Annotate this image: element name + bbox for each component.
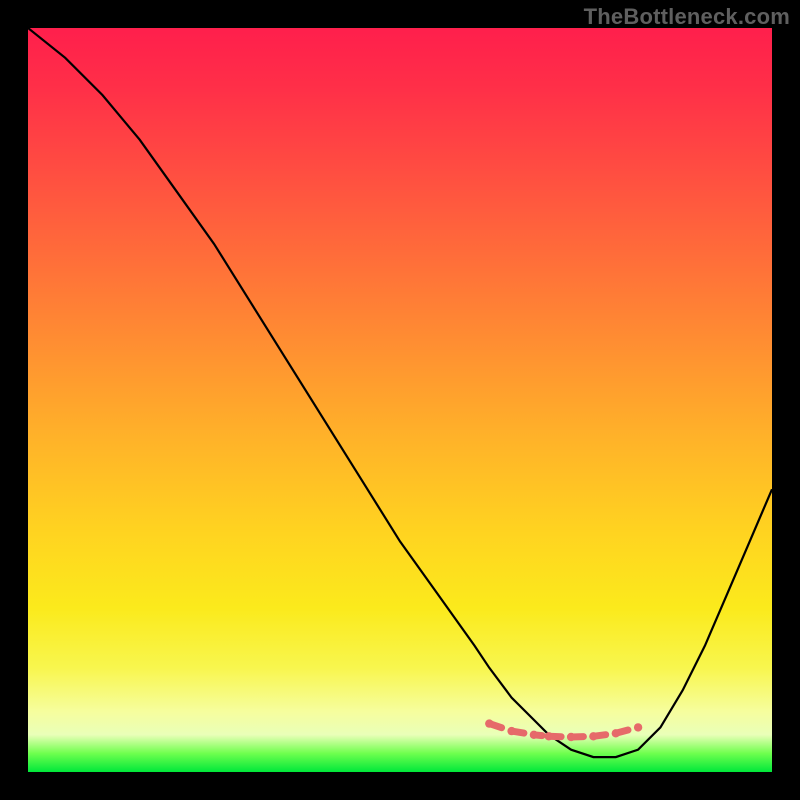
optimal-range-dot bbox=[589, 732, 597, 740]
optimal-range-dot bbox=[567, 733, 575, 741]
optimal-range-dot bbox=[634, 723, 642, 731]
optimal-range-dot bbox=[507, 727, 515, 735]
optimal-range-highlight bbox=[485, 719, 642, 741]
plot-area bbox=[28, 28, 772, 772]
optimal-range-dot bbox=[612, 729, 620, 737]
bottleneck-curve-line bbox=[28, 28, 772, 757]
curve-layer bbox=[28, 28, 772, 772]
watermark-text: TheBottleneck.com bbox=[584, 4, 790, 30]
optimal-range-dot bbox=[530, 731, 538, 739]
chart-frame: TheBottleneck.com bbox=[0, 0, 800, 800]
optimal-range-dot bbox=[485, 719, 493, 727]
optimal-range-dot bbox=[545, 732, 553, 740]
